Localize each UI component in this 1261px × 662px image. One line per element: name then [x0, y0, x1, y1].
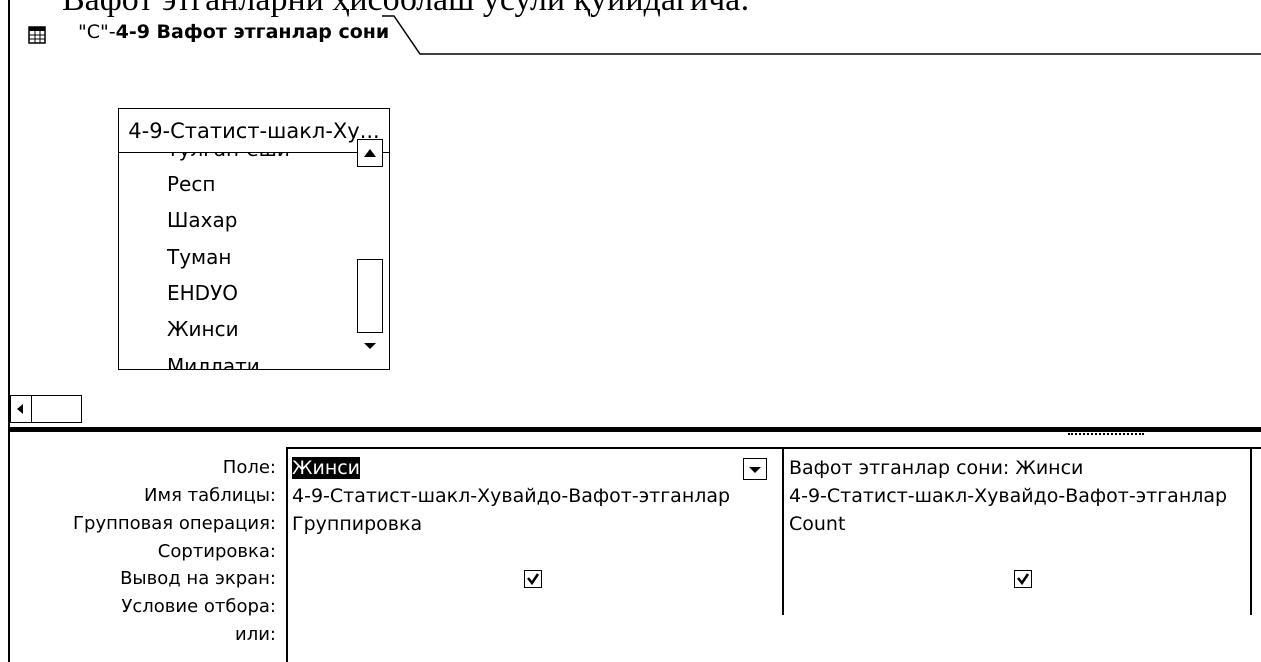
field-item-resp[interactable]: Респ	[167, 172, 215, 196]
row-label-show: Вывод на экран:	[120, 568, 276, 589]
field-list[interactable]: тулган-еши Респ Шахар Туман ЕНDУО Жинси …	[119, 153, 347, 369]
row-label-or: или:	[235, 624, 276, 645]
arrow-left-icon	[17, 404, 23, 414]
query-tab[interactable]: "С"-4-9 Вафот этганлар сони	[10, 14, 1261, 58]
column2-table-cell[interactable]: 4-9-Статист-шакл-Хувайдо-Вафот-этганлар	[789, 482, 1227, 510]
table-title[interactable]: 4-9-Статист-шакл-Ху...	[119, 109, 389, 153]
column2-show-checkbox[interactable]	[1014, 570, 1032, 588]
field-item-shahar[interactable]: Шахар	[167, 208, 237, 232]
arrow-up-icon	[364, 149, 376, 157]
row-label-field: Поле:	[222, 457, 276, 478]
row-label-criteria: Условие отбора:	[121, 596, 276, 617]
field-item-tuman[interactable]: Туман	[167, 245, 231, 269]
scroll-left-button[interactable]	[10, 395, 32, 423]
row-label-sort: Сортировка:	[157, 541, 276, 562]
column2-field-cell[interactable]: Вафот этганлар сони: Жинси	[789, 454, 1083, 482]
column1-group-op-cell[interactable]: Группировка	[292, 510, 422, 538]
query-icon	[28, 26, 46, 44]
grid-top-border	[287, 447, 1261, 449]
row-label-table: Имя таблицы:	[144, 485, 276, 506]
horizontal-scroll-thumb[interactable]	[32, 395, 82, 423]
vertical-scroll-thumb[interactable]	[357, 259, 383, 333]
grid-column-separator	[782, 447, 784, 615]
column1-show-checkbox[interactable]	[524, 570, 542, 588]
grid-column-separator	[286, 447, 288, 662]
table-field-list[interactable]: 4-9-Статист-шакл-Ху... тулган-еши Респ Ш…	[118, 108, 390, 370]
checkmark-icon	[527, 573, 540, 586]
row-label-group-op: Групповая операция:	[73, 513, 276, 534]
field-item-tulgan-eshi[interactable]: тулган-еши	[167, 153, 290, 161]
tab-prefix: "С"-	[78, 21, 116, 43]
splitter-grip[interactable]	[1068, 433, 1144, 437]
column1-field-cell[interactable]: Жинси	[292, 454, 361, 482]
field-item-ehduo[interactable]: ЕНDУО	[167, 281, 238, 305]
tab-title[interactable]: "С"-4-9 Вафот этганлар сони	[78, 21, 389, 43]
column2-group-op-cell[interactable]: Count	[789, 510, 845, 538]
scroll-up-button[interactable]	[357, 139, 383, 167]
arrow-down-icon[interactable]	[359, 335, 381, 357]
grid-column-separator	[1250, 447, 1252, 615]
chevron-down-icon	[749, 467, 761, 473]
tab-name: 4-9 Вафот этганлар сони	[115, 21, 390, 43]
field-item-jinsi[interactable]: Жинси	[167, 317, 239, 341]
column1-table-cell[interactable]: 4-9-Статист-шакл-Хувайдо-Вафот-этганлар	[292, 482, 730, 510]
checkmark-icon	[1017, 573, 1030, 586]
field-dropdown-button[interactable]	[743, 458, 767, 480]
column1-field-value[interactable]: Жинси	[292, 457, 361, 479]
field-item-millati[interactable]: Миллати	[167, 354, 260, 369]
pane-splitter[interactable]	[10, 427, 1261, 432]
